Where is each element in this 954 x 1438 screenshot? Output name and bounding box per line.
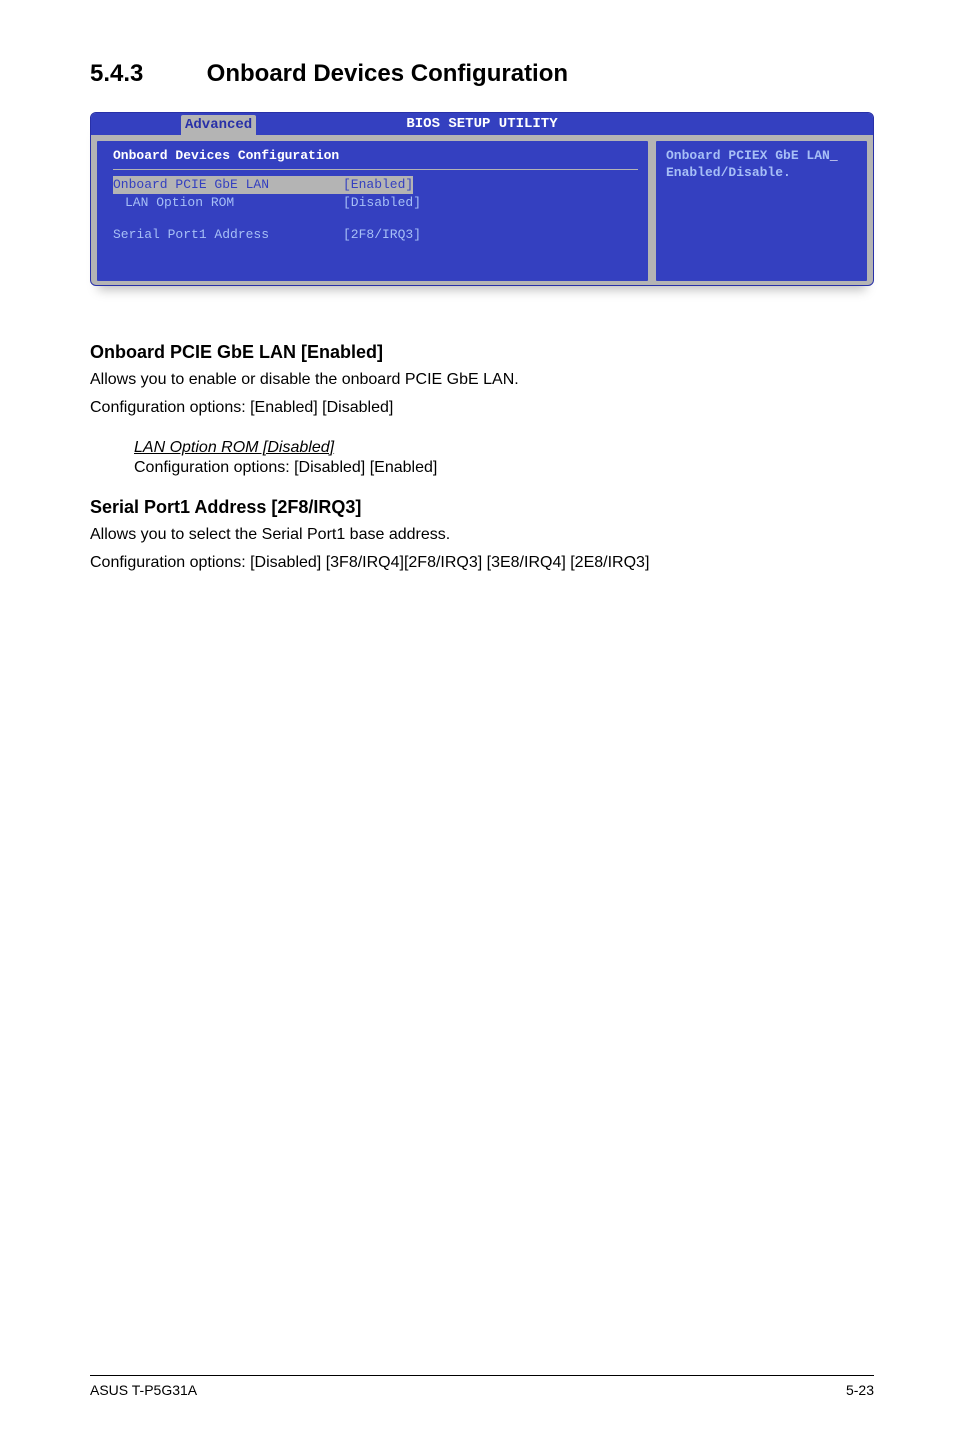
bios-row-lan-option-rom: LAN Option ROM [Disabled] — [113, 194, 638, 212]
sub-setting-heading: LAN Option ROM [Disabled] — [134, 439, 874, 457]
spacer — [113, 212, 638, 226]
setting-block-serial-port: Serial Port1 Address [2F8/IRQ3] Allows y… — [90, 497, 874, 574]
cursor-icon: _ — [830, 148, 838, 163]
bios-help-line: Onboard PCIEX GbE LAN — [666, 148, 830, 163]
bios-row-value: [Enabled] — [343, 176, 413, 194]
setting-options: Configuration options: [Enabled] [Disabl… — [90, 397, 874, 419]
sub-setting-block-lan-rom: LAN Option ROM [Disabled] Configuration … — [134, 439, 874, 479]
page-footer: ASUS T-P5G31A 5-23 — [90, 1375, 874, 1398]
footer-page-number: 5-23 — [846, 1382, 874, 1398]
bios-tab-advanced: Advanced — [181, 115, 256, 135]
bios-left-pane: Onboard Devices Configuration Onboard PC… — [95, 139, 650, 283]
bios-body: Onboard Devices Configuration Onboard PC… — [91, 135, 873, 285]
setting-description: Allows you to select the Serial Port1 ba… — [90, 524, 874, 546]
setting-heading: Onboard PCIE GbE LAN [Enabled] — [90, 342, 874, 363]
bios-help-line: Enabled/Disable. — [666, 165, 791, 180]
bios-row-value: [Disabled] — [343, 194, 421, 212]
bios-row-label: Serial Port1 Address — [113, 226, 343, 244]
sub-setting-options: Configuration options: [Disabled] [Enabl… — [134, 457, 874, 479]
bios-header-title: BIOS SETUP UTILITY — [406, 116, 557, 132]
bios-row-label: Onboard PCIE GbE LAN — [113, 176, 343, 194]
setting-description: Allows you to enable or disable the onbo… — [90, 369, 874, 391]
setting-options: Configuration options: [Disabled] [3F8/I… — [90, 552, 874, 574]
section-title: Onboard Devices Configuration — [207, 60, 568, 87]
bios-row-pcie-lan: Onboard PCIE GbE LAN [Enabled] — [113, 176, 638, 194]
bios-section-title: Onboard Devices Configuration — [113, 147, 638, 170]
bios-help-pane: Onboard PCIEX GbE LAN_ Enabled/Disable. — [654, 139, 869, 283]
setting-heading: Serial Port1 Address [2F8/IRQ3] — [90, 497, 874, 518]
bios-row-serial-port1: Serial Port1 Address [2F8/IRQ3] — [113, 226, 638, 244]
setting-block-pcie-lan: Onboard PCIE GbE LAN [Enabled] Allows yo… — [90, 342, 874, 419]
bios-header: BIOS SETUP UTILITY Advanced — [91, 113, 873, 135]
section-heading: 5.4.3 Onboard Devices Configuration — [90, 60, 874, 88]
footer-product: ASUS T-P5G31A — [90, 1382, 197, 1398]
bios-row-label: LAN Option ROM — [113, 194, 343, 212]
bios-screenshot: BIOS SETUP UTILITY Advanced Onboard Devi… — [90, 112, 874, 286]
section-number: 5.4.3 — [90, 60, 200, 88]
bios-row-value: [2F8/IRQ3] — [343, 226, 421, 244]
